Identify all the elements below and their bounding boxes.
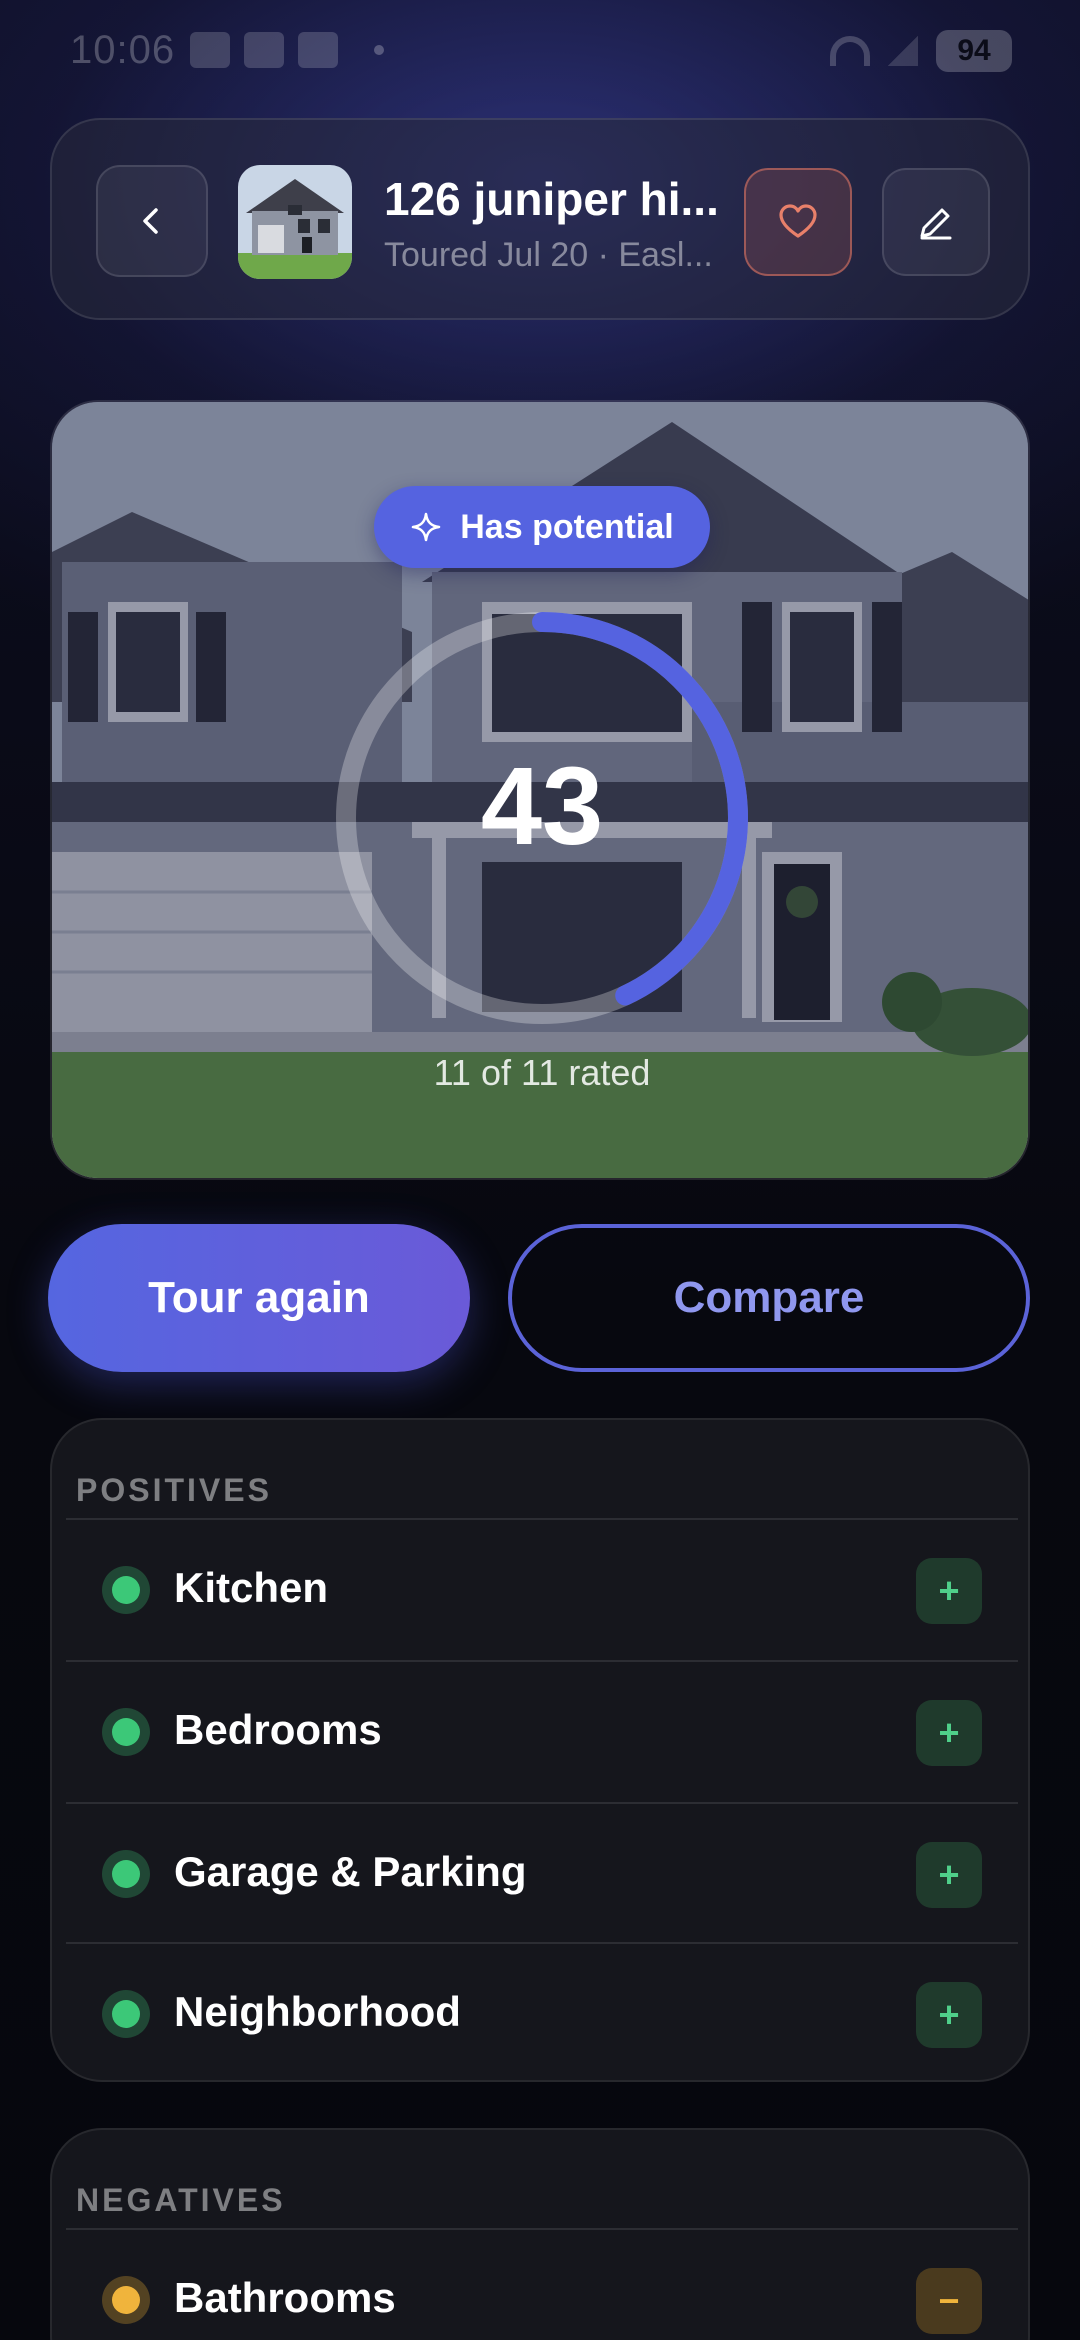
rated-count: 11 of 11 rated [433,1052,651,1093]
cloud-icon [244,32,284,68]
screenshot-icon [190,32,230,68]
score-value: 43 [480,745,604,868]
add-button[interactable]: + [916,1982,982,2048]
positives-title: POSITIVES [76,1472,272,1508]
status-time: 10:06 [70,28,176,72]
positive-indicator-icon [102,1708,150,1756]
rating-badge-label: Has potential [460,507,674,546]
chevron-left-icon [143,208,158,234]
property-subtitle: Toured Jul 20 · Easl... [384,236,713,274]
list-item-label: Neighborhood [174,1988,461,2035]
compare-label: Compare [673,1273,865,1322]
list-item[interactable]: Bathrooms − [66,2230,1018,2340]
gmail-icon [298,32,338,68]
score-hero: Has potential 43 11 of 11 rated [50,400,1030,1180]
system-icons: 94 [830,30,1012,72]
positive-indicator-icon [102,1990,150,2038]
negatives-section: NEGATIVES Bathrooms − [50,2128,1030,2340]
battery-level: 94 [957,34,991,67]
list-item-label: Kitchen [174,1564,329,1611]
signal-icon [888,36,918,66]
edit-button[interactable] [882,168,990,276]
list-item-label: Bathrooms [174,2274,396,2321]
compare-button[interactable]: Compare [508,1224,1030,1372]
property-thumbnail [238,165,352,279]
positive-indicator-icon [102,1566,150,1614]
more-notifications-icon [374,45,384,55]
property-title: 126 juniper hi... [384,173,719,225]
list-item-label: Garage & Parking [174,1848,527,1895]
list-item[interactable]: Neighborhood + [66,1944,1018,2080]
rating-badge: Has potential [374,486,710,568]
list-item[interactable]: Kitchen + [66,1520,1018,1660]
add-button[interactable]: + [916,1558,982,1624]
remove-button[interactable]: − [916,2268,982,2334]
battery-indicator: 94 [936,30,1012,72]
list-item[interactable]: Garage & Parking + [66,1804,1018,1944]
pencil-icon [920,208,952,240]
tour-again-button[interactable]: Tour again [48,1224,470,1372]
positive-indicator-icon [102,1850,150,1898]
add-button[interactable]: + [916,1700,982,1766]
add-button[interactable]: + [916,1842,982,1908]
list-item-label: Bedrooms [174,1706,382,1753]
heart-icon [779,204,817,238]
negatives-title: NEGATIVES [76,2182,286,2218]
back-button[interactable] [96,165,208,277]
favorite-button[interactable] [744,168,852,276]
tour-again-label: Tour again [148,1273,370,1322]
list-item[interactable]: Bedrooms + [66,1662,1018,1802]
wifi-icon [830,36,870,66]
notification-icons [190,32,384,68]
status-bar: 10:06 94 [0,0,1080,100]
property-header: 126 juniper hi... Toured Jul 20 · Easl..… [50,118,1030,320]
sparkle-icon [411,512,441,542]
negative-indicator-icon [102,2276,150,2324]
app-screen: 10:06 94 126 juniper hi... Toured Jul 20… [0,0,1080,2340]
property-title-block: 126 juniper hi... Toured Jul 20 · Easl..… [384,172,724,275]
positives-section: POSITIVES Kitchen + Bedrooms + Garage & … [50,1418,1030,2082]
